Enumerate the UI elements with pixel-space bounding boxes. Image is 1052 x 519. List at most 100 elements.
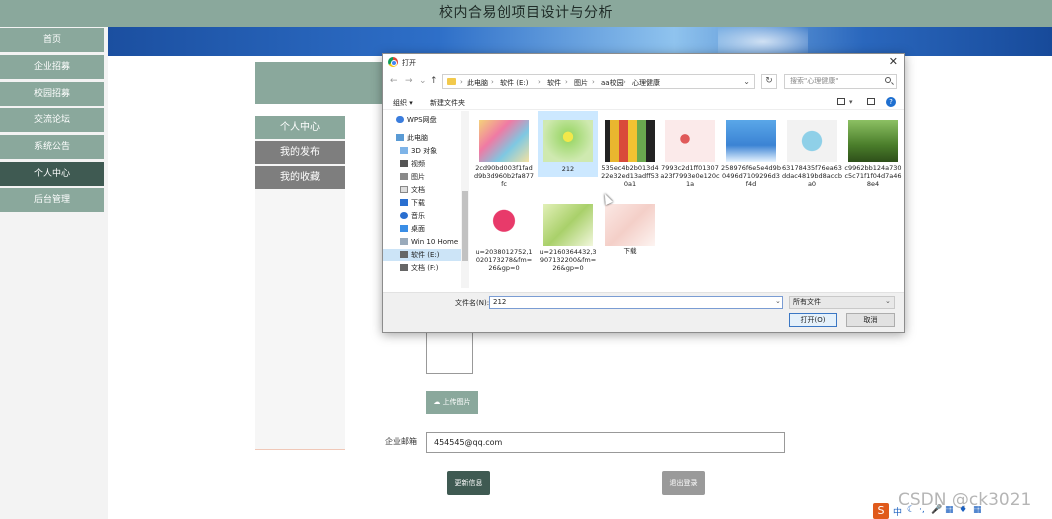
breadcrumb-item[interactable]: 此电脑 <box>467 78 488 88</box>
file-item[interactable]: c9962bb124a730c5c71f1f04d7a468e4 <box>843 115 903 201</box>
tree-item-music[interactable]: 音乐 <box>400 210 461 222</box>
refresh-button[interactable]: ↻ <box>761 74 777 89</box>
nav-item-campus-recruit[interactable]: 校园招募 <box>0 82 104 106</box>
help-icon[interactable]: ? <box>886 97 896 107</box>
desktop-icon <box>400 225 408 232</box>
file-item[interactable]: 7993c2d1ff01307a23f7993e0e120c1a <box>660 115 720 201</box>
up-arrow-icon[interactable]: ↑ <box>430 76 438 86</box>
drive-icon <box>400 238 408 245</box>
breadcrumb-item[interactable]: 软件 (E:) <box>500 78 528 88</box>
shirt-icon[interactable]: ♦ <box>959 505 967 515</box>
chevron-down-icon[interactable]: ▾ <box>849 98 853 106</box>
nav-item-enterprise-recruit[interactable]: 企业招募 <box>0 55 104 79</box>
tree-item-label: 图片 <box>411 173 425 181</box>
chevron-down-icon[interactable]: ⌄ <box>743 77 750 86</box>
email-field[interactable]: 454545@qq.com <box>426 432 785 453</box>
tree-item-this-pc[interactable]: 此电脑 <box>396 132 461 144</box>
filename-input[interactable]: 212 <box>489 296 783 309</box>
sidebar-link-my-favorites[interactable]: 我的收藏 <box>255 166 345 189</box>
file-item[interactable]: 212 <box>538 111 598 177</box>
file-item[interactable]: 258976f6e5e4d9b0496d7109296d3f4d <box>721 115 781 201</box>
nav-item-admin[interactable]: 后台管理 <box>0 188 104 212</box>
file-item[interactable]: 63178435f76ea63ddac4819bd8accba0 <box>782 115 842 201</box>
open-button[interactable]: 打开(O) <box>789 313 837 327</box>
breadcrumb-item[interactable]: 软件 <box>547 78 561 88</box>
computer-icon <box>396 134 404 141</box>
filename-label: 文件名(N): <box>455 299 490 307</box>
nav-item-announcements[interactable]: 系统公告 <box>0 135 104 159</box>
tree-item-drive-e[interactable]: 软件 (E:) <box>383 249 461 261</box>
nav-item-forum[interactable]: 交流论坛 <box>0 108 104 132</box>
preview-pane-icon[interactable] <box>867 98 875 105</box>
tree-item-drive-c[interactable]: Win 10 Home ( <box>400 236 464 248</box>
cancel-button[interactable]: 取消 <box>846 313 895 327</box>
file-item[interactable]: u=2160364432,3907132200&fm=26&gp=0 <box>538 199 598 285</box>
organize-menu[interactable]: 组织 ▾ <box>393 98 413 108</box>
search-icon[interactable] <box>885 77 891 83</box>
tree-item-3d[interactable]: 3D 对象 <box>400 145 461 157</box>
tree-scrollbar[interactable] <box>461 111 469 288</box>
chevron-down-icon[interactable]: ⌄ <box>775 297 781 305</box>
chrome-icon <box>388 57 398 67</box>
logout-button[interactable]: 退出登录 <box>662 471 705 495</box>
file-name: 2cd90bd003f1fadd9b3d960b2fa877fc <box>474 164 534 188</box>
upload-image-button[interactable]: ☁ 上传图片 <box>426 391 478 414</box>
drive-icon <box>400 264 408 271</box>
file-list: 2cd90bd003f1fadd9b3d960b2fa877fc 212 535… <box>472 111 904 288</box>
punctuation-icon[interactable]: ·, <box>919 505 925 515</box>
file-name: 7993c2d1ff01307a23f7993e0e120c1a <box>660 164 720 188</box>
breadcrumb-item[interactable]: 心理健康 <box>632 78 660 88</box>
nav-item-home[interactable]: 首页 <box>0 28 104 52</box>
search-input[interactable]: 搜索"心理健康" <box>784 74 897 89</box>
new-folder-button[interactable]: 新建文件夹 <box>430 98 465 108</box>
navigation-tree: WPS网盘 此电脑 3D 对象 视频 图片 文档 下载 音乐 桌面 Win 10… <box>383 111 469 288</box>
nav-item-personal-center[interactable]: 个人中心 <box>0 162 104 186</box>
tree-item-downloads[interactable]: 下载 <box>400 197 461 209</box>
sidebar-link-personal-center[interactable]: 个人中心 <box>255 116 345 139</box>
breadcrumb-sep-icon: › <box>592 78 595 86</box>
command-bar: 组织 ▾ 新建文件夹 ▾ ? <box>383 94 904 110</box>
grid-icon[interactable]: ▦ <box>973 505 982 515</box>
back-arrow-icon[interactable]: ← <box>390 76 398 86</box>
forward-arrow-icon[interactable]: → <box>405 76 413 86</box>
file-item[interactable]: 535ec4b2b013d422e32ed13adff530a1 <box>600 115 660 201</box>
breadcrumb-item[interactable]: aa校园 <box>601 78 624 88</box>
file-name: 下载 <box>623 247 637 255</box>
mic-icon[interactable]: 🎤 <box>931 505 942 515</box>
filename-row: 文件名(N): 212 ⌄ 所有文件 ⌄ 打开(O) 取消 <box>383 292 904 332</box>
breadcrumb-sep-icon: › <box>623 78 626 86</box>
tray-lang[interactable]: 中 <box>893 505 902 518</box>
update-info-button[interactable]: 更新信息 <box>447 471 490 495</box>
file-item[interactable]: 2cd90bd003f1fadd9b3d960b2fa877fc <box>474 115 534 201</box>
tree-item-documents[interactable]: 文档 <box>400 184 461 196</box>
tree-item-wps[interactable]: WPS网盘 <box>396 114 461 126</box>
input-method-logo[interactable]: S <box>873 503 889 519</box>
breadcrumb-item[interactable]: 图片 <box>574 78 588 88</box>
chevron-down-icon[interactable]: ⌄ <box>885 297 891 305</box>
file-thumbnail <box>848 120 898 162</box>
file-name: u=2160364432,3907132200&fm=26&gp=0 <box>539 248 597 272</box>
close-icon[interactable]: ✕ <box>889 55 898 68</box>
address-bar[interactable]: › 此电脑 › 软件 (E:) › 软件 › 图片 › aa校园 › 心理健康 … <box>442 74 755 89</box>
tree-item-drive-f[interactable]: 文档 (F:) <box>400 262 461 274</box>
tree-item-label: 桌面 <box>411 225 425 233</box>
file-thumbnail <box>605 204 655 246</box>
moon-icon[interactable]: ☾ <box>907 505 915 515</box>
tree-item-pictures[interactable]: 图片 <box>400 171 461 183</box>
tree-item-videos[interactable]: 视频 <box>400 158 461 170</box>
file-item[interactable]: u=2038012752,1020173278&fm=26&gp=0 <box>474 199 534 285</box>
tree-item-desktop[interactable]: 桌面 <box>400 223 461 235</box>
file-item[interactable]: 下载 <box>600 199 660 285</box>
tree-item-label: 文档 (F:) <box>411 264 439 272</box>
page-title: 校内合易创项目设计与分析 <box>439 5 613 21</box>
tree-item-label: Win 10 Home ( <box>411 238 464 246</box>
file-thumbnail <box>787 120 837 162</box>
chevron-down-icon[interactable]: ⌄ <box>419 76 427 86</box>
keyboard-icon[interactable]: ▦ <box>945 505 954 515</box>
cube-icon <box>400 147 408 154</box>
sidebar-link-my-posts[interactable]: 我的发布 <box>255 141 345 164</box>
scrollbar-thumb[interactable] <box>462 191 468 261</box>
filetype-select[interactable]: 所有文件 <box>789 296 895 309</box>
banner-image <box>108 27 1052 56</box>
view-options-icon[interactable] <box>837 98 845 105</box>
